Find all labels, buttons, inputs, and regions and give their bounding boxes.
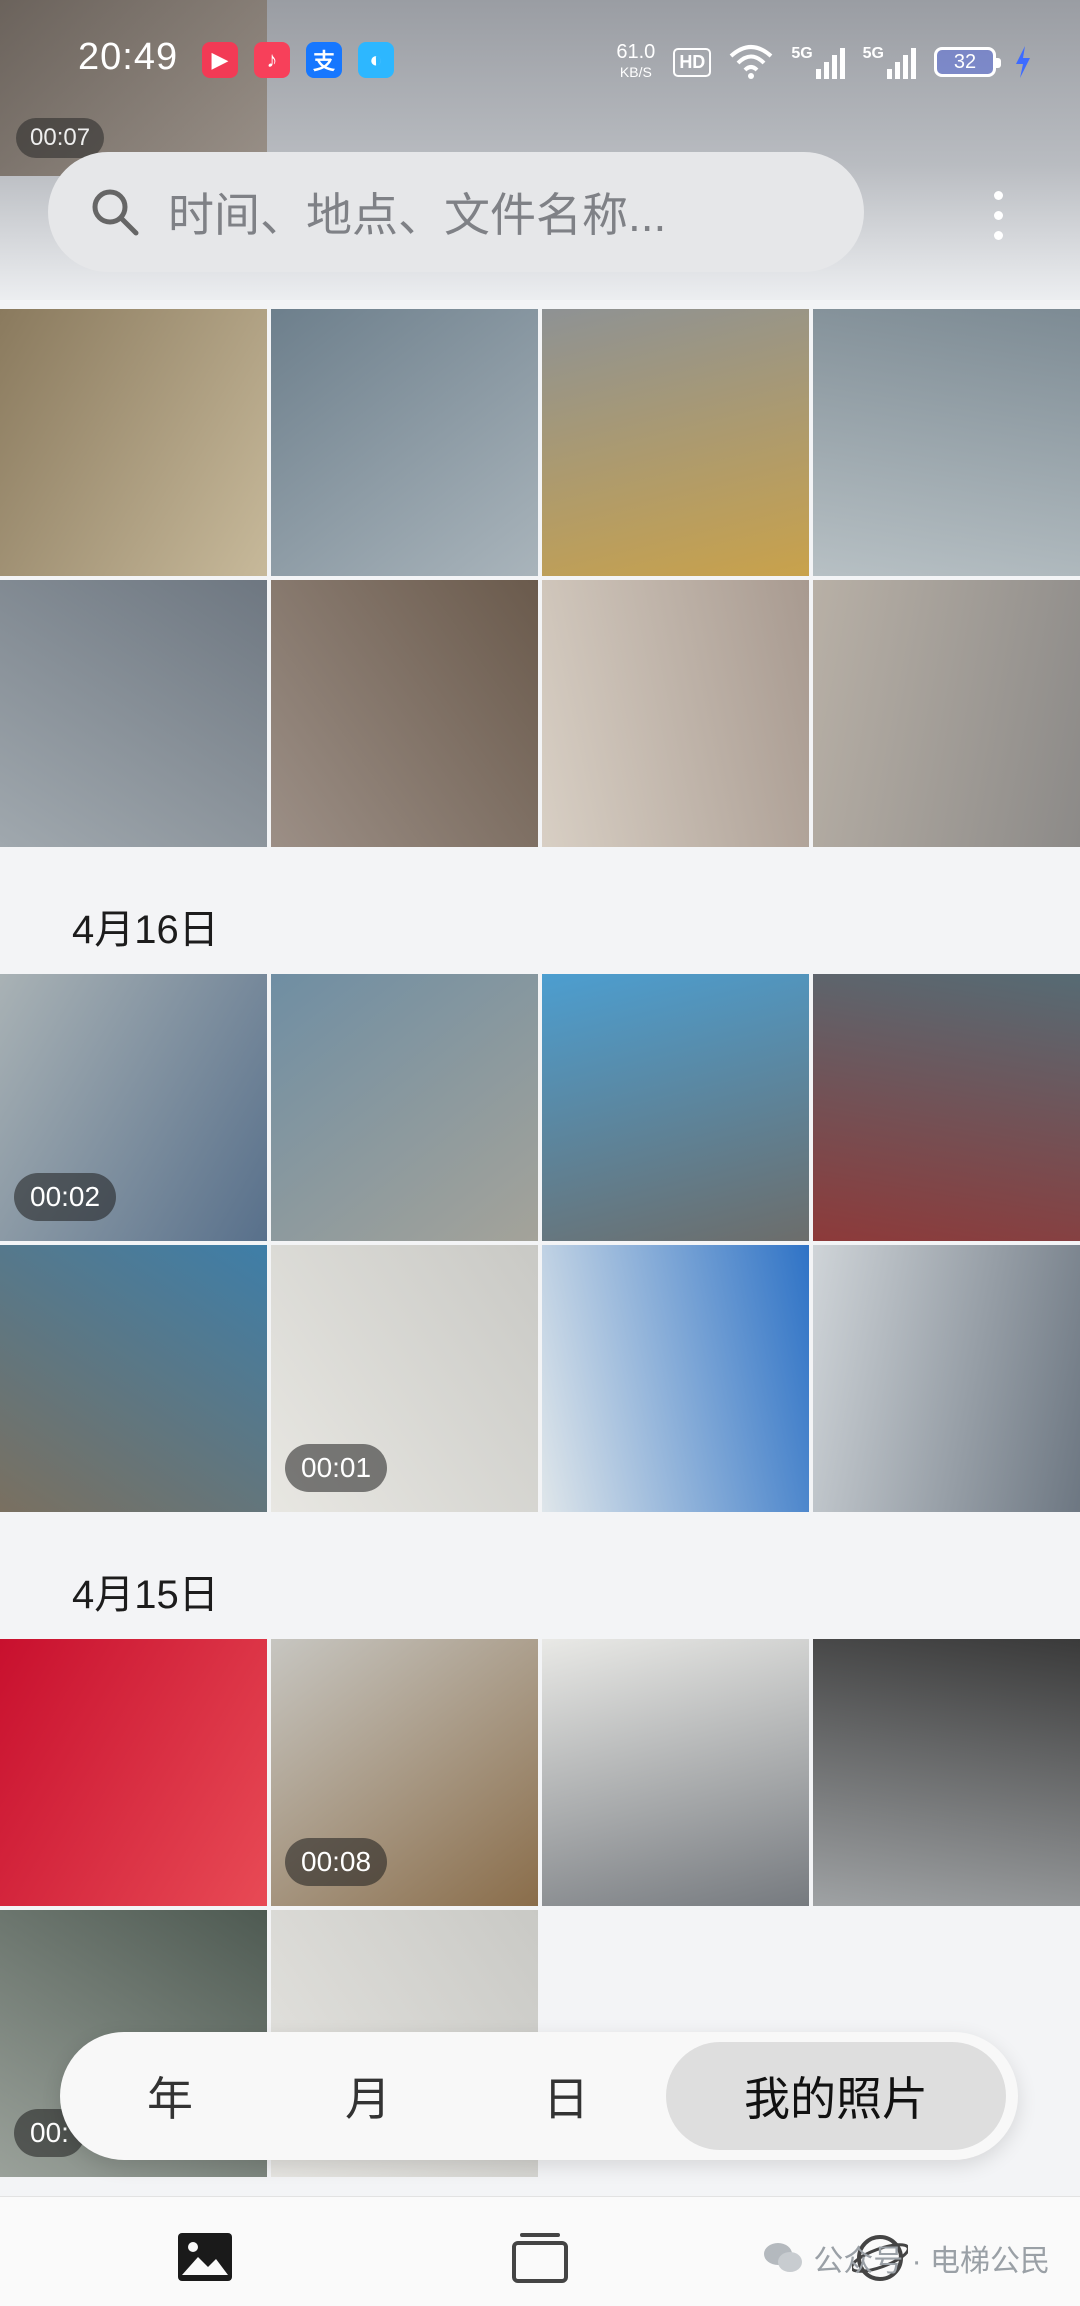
photo-thumbnail[interactable] — [813, 974, 1080, 1241]
hd-voice-badge: HD — [673, 47, 712, 77]
video-thumbnail[interactable]: 00:01 — [271, 1245, 538, 1512]
photo-thumbnail[interactable] — [542, 974, 809, 1241]
section-label: 4月15日 — [72, 1573, 219, 1617]
photo-thumbnail[interactable] — [271, 580, 538, 847]
more-options-button[interactable] — [980, 180, 1016, 250]
music-app-icon: ♪ — [254, 42, 290, 78]
photo-grid: 00:02 00:01 — [0, 974, 1080, 1512]
nav-photos[interactable] — [178, 2233, 232, 2286]
video-app-icon: ▶ — [202, 42, 238, 78]
status-bar: 20:49 ▶ ♪ 支 ◐ 61.0 KB/S HD 5G 5G 32 — [0, 0, 1080, 120]
wechat-icon — [764, 2243, 803, 2272]
photo-thumbnail[interactable] — [542, 580, 809, 847]
view-my-photos-tab[interactable]: 我的照片 — [666, 2042, 1006, 2150]
photo-thumbnail[interactable] — [0, 309, 267, 576]
photo-thumbnail[interactable] — [271, 309, 538, 576]
photo-thumbnail[interactable] — [542, 309, 809, 576]
video-thumbnail[interactable]: 00:02 — [0, 974, 267, 1241]
view-switcher: 年 月 日 我的照片 — [60, 2032, 1018, 2160]
photos-icon — [178, 2233, 232, 2281]
wechat-watermark: 公众号 · 电梯公民 — [763, 2236, 1050, 2280]
photo-thumbnail[interactable] — [813, 309, 1080, 576]
charging-icon — [1016, 46, 1030, 78]
cellular-signal-2: 5G — [863, 45, 916, 79]
view-month-tab[interactable]: 月 — [270, 2042, 466, 2150]
search-input[interactable]: 时间、地点、文件名称... — [48, 152, 864, 272]
section-label: 4月16日 — [72, 908, 219, 952]
cloud-app-icon: ◐ — [358, 42, 394, 78]
video-thumbnail[interactable]: 00:08 — [271, 1639, 538, 1906]
video-duration-badge: 00:02 — [14, 1173, 117, 1221]
nav-albums[interactable] — [512, 2233, 568, 2288]
photo-thumbnail[interactable] — [813, 1639, 1080, 1906]
albums-icon — [512, 2233, 568, 2283]
network-speed: 61.0 KB/S — [616, 41, 656, 80]
photo-thumbnail[interactable] — [813, 1245, 1080, 1512]
view-year-tab[interactable]: 年 — [70, 2042, 270, 2150]
photo-thumbnail[interactable] — [542, 1245, 809, 1512]
photo-thumbnail[interactable] — [813, 580, 1080, 847]
photo-thumbnail[interactable] — [0, 580, 267, 847]
photo-thumbnail[interactable] — [271, 974, 538, 1241]
photo-thumbnail[interactable] — [542, 1639, 809, 1906]
search-placeholder: 时间、地点、文件名称... — [168, 189, 667, 241]
alipay-icon: 支 — [306, 42, 342, 78]
status-time: 20:49 — [78, 36, 179, 78]
photo-grid — [0, 309, 1080, 847]
view-day-tab[interactable]: 日 — [466, 2042, 666, 2150]
battery-icon: 32 — [934, 47, 1001, 77]
status-indicators: 61.0 KB/S HD 5G 5G 32 — [616, 40, 1032, 84]
video-duration-badge: 00:01 — [285, 1444, 388, 1492]
photo-thumbnail[interactable] — [0, 1245, 267, 1512]
video-duration-badge: 00:07 — [16, 118, 105, 158]
video-duration-badge: 00:08 — [285, 1838, 388, 1886]
cellular-signal-1: 5G — [791, 45, 845, 79]
wifi-icon — [729, 45, 773, 79]
photo-thumbnail[interactable] — [0, 1639, 267, 1906]
search-icon — [92, 189, 139, 236]
more-icon — [993, 190, 1003, 200]
